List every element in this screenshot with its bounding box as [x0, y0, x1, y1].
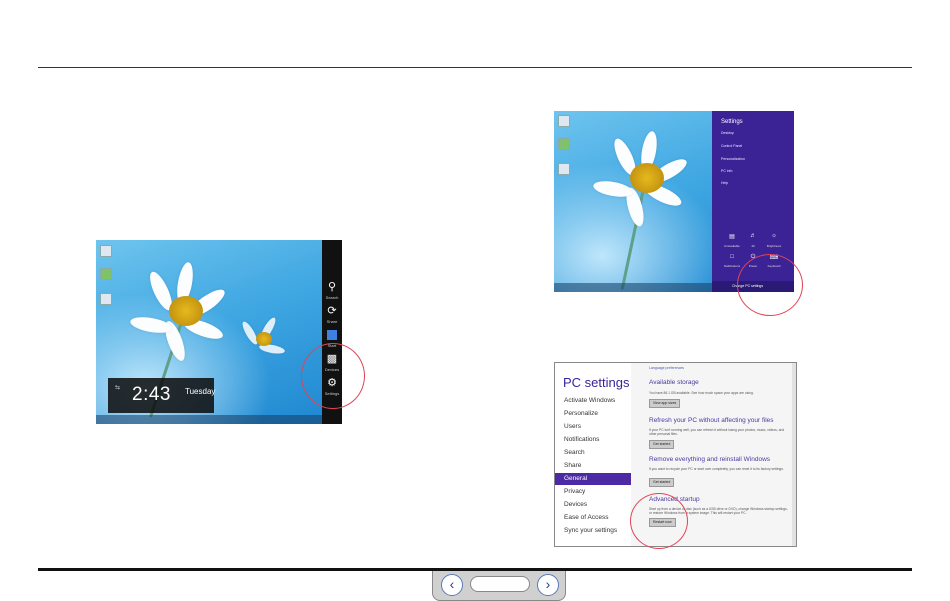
slide-nav: ‹ › — [432, 571, 566, 601]
scrollbar[interactable] — [792, 363, 796, 546]
pc-settings-title: PC settings — [563, 375, 630, 390]
control-panel-icon[interactable] — [100, 268, 112, 280]
tile-label: Notifications — [723, 264, 741, 268]
settings-title: Settings — [721, 119, 743, 125]
settings-item[interactable]: PC info — [721, 169, 732, 173]
pc-settings-screenshot: PC settings Activate Windows Personalize… — [554, 362, 797, 547]
pc-nav-item[interactable]: Search — [555, 447, 631, 459]
pc-nav-item[interactable]: Share — [555, 460, 631, 472]
settings-item[interactable]: Personalization — [721, 157, 745, 161]
clock-day: Tuesday — [185, 387, 216, 396]
flower-center — [630, 163, 664, 193]
restart-now-button[interactable]: Restart now — [649, 518, 676, 527]
recycle-bin-icon[interactable] — [558, 115, 570, 127]
taskbar — [96, 415, 322, 424]
pc-nav-item[interactable]: Sync your settings — [555, 525, 631, 537]
language-link[interactable]: Language preferences — [649, 366, 684, 370]
pc-nav-item[interactable]: Privacy — [555, 486, 631, 498]
charm-label: Devices — [324, 367, 340, 372]
share-icon: ⟳ — [327, 305, 337, 317]
advanced-startup-heading: Advanced startup — [649, 496, 700, 503]
settings-pane-screenshot: Settings Desktop Control Panel Personali… — [554, 111, 794, 292]
next-button[interactable]: › — [537, 574, 559, 596]
tile-label: Brightness — [766, 244, 782, 248]
tile-label: Power — [748, 264, 758, 268]
file-icon[interactable] — [558, 163, 570, 175]
remove-description: If you want to recycle your PC or start … — [649, 467, 784, 471]
slide-indicator — [470, 576, 530, 592]
windows-icon — [327, 330, 337, 340]
search-icon: ⚲ — [327, 281, 337, 293]
pc-nav-item-selected[interactable]: General — [555, 473, 631, 485]
tile-label: Keyboard — [767, 264, 781, 268]
pc-settings-content: Language preferences Available storage Y… — [631, 363, 796, 546]
refresh-description: If your PC isn't running well, you can r… — [649, 428, 785, 436]
refresh-get-started-button[interactable]: Get started — [649, 440, 675, 449]
refresh-heading: Refresh your PC without affecting your f… — [649, 417, 774, 424]
pc-settings-nav: PC settings Activate Windows Personalize… — [555, 363, 631, 546]
change-pc-settings-label: Change PC settings — [732, 284, 764, 288]
settings-item[interactable]: Desktop — [721, 131, 734, 135]
tile-label: 40 — [751, 244, 755, 248]
chevron-left-icon: ‹ — [449, 576, 455, 592]
settings-pane: Settings Desktop Control Panel Personali… — [712, 111, 794, 292]
file-icon[interactable] — [100, 293, 112, 305]
charm-search[interactable]: ⚲ Search — [322, 278, 342, 302]
storage-description: You have 86.1 GB available. See how much… — [649, 391, 754, 395]
taskbar — [554, 283, 712, 292]
prev-button[interactable]: ‹ — [441, 574, 463, 596]
devices-icon: ▩ — [326, 353, 338, 365]
charm-devices[interactable]: ▩ Devices — [322, 350, 342, 374]
charms-bar: ⚲ Search ⟳ Share Start ▩ Devices ⚙ Setti… — [322, 240, 342, 424]
pc-nav-item[interactable]: Ease of Access — [555, 512, 631, 524]
settings-item[interactable]: Help — [721, 181, 728, 185]
advanced-startup-description: Start up from a device or disc (such as … — [649, 507, 788, 515]
settings-item[interactable]: Control Panel — [721, 144, 742, 148]
view-app-sizes-button[interactable]: View app sizes — [649, 399, 681, 408]
charm-label: Search — [325, 295, 339, 300]
control-panel-icon[interactable] — [558, 138, 570, 150]
charm-label: Settings — [324, 391, 340, 396]
lock-clock-overlay: ⇆ 2:43 Tuesday — [108, 378, 216, 413]
chevron-right-icon: › — [545, 576, 551, 592]
top-divider — [38, 67, 912, 68]
flower-center — [169, 296, 203, 326]
pc-nav-item[interactable]: Devices — [555, 499, 631, 511]
clock-time: 2:43 — [132, 384, 171, 405]
charm-start[interactable]: Start — [322, 326, 342, 350]
pc-nav-item[interactable]: Users — [555, 421, 631, 433]
gear-icon: ⚙ — [327, 377, 337, 389]
change-pc-settings-link[interactable]: Change PC settings — [712, 281, 794, 292]
tile-label: Unavailable — [724, 244, 740, 248]
recycle-bin-icon[interactable] — [100, 245, 112, 257]
charm-settings[interactable]: ⚙ Settings — [322, 374, 342, 398]
pc-nav-item[interactable]: Notifications — [555, 434, 631, 446]
storage-heading: Available storage — [649, 379, 699, 386]
charm-label: Share — [326, 319, 338, 324]
reset-get-started-button[interactable]: Get started — [649, 478, 675, 487]
flower-center — [256, 332, 272, 346]
pc-nav-item[interactable]: Activate Windows — [555, 395, 631, 407]
remove-heading: Remove everything and reinstall Windows — [649, 456, 771, 463]
desktop-charms-screenshot: ⇆ 2:43 Tuesday ⚲ Search ⟳ Share Start ▩ … — [96, 240, 342, 424]
charm-share[interactable]: ⟳ Share — [322, 302, 342, 326]
network-icon: ⇆ — [115, 385, 121, 391]
charm-label: Start — [327, 343, 337, 348]
pc-nav-item[interactable]: Personalize — [555, 408, 631, 420]
